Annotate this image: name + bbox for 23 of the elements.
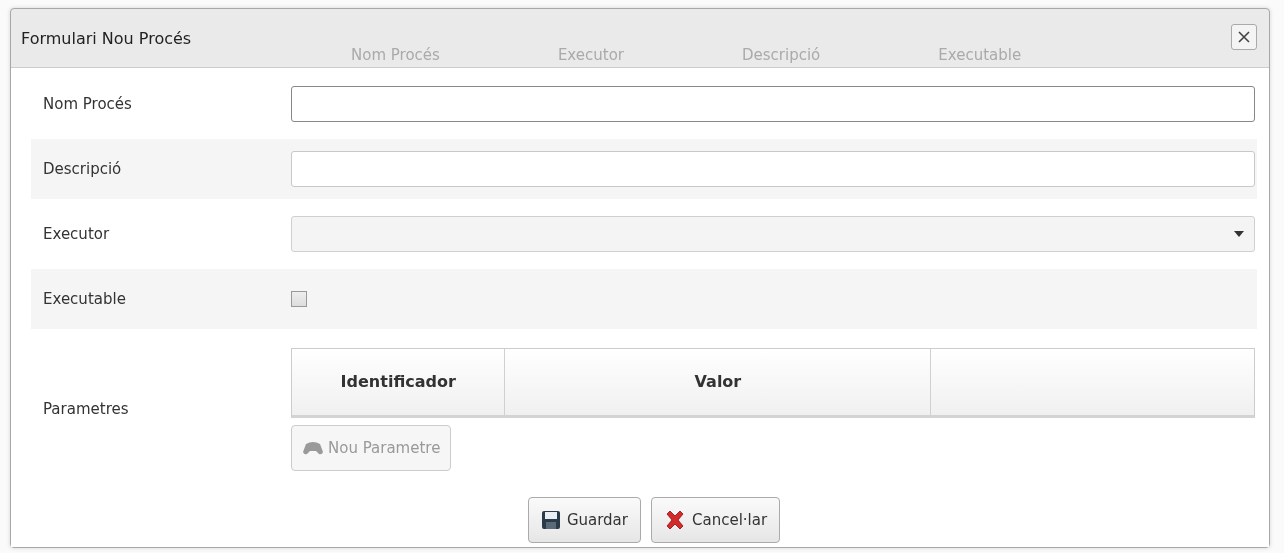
field-label: Executor <box>42 225 111 243</box>
dialog-title: Formulari Nou Procés <box>21 28 192 48</box>
field-label: Executable <box>42 290 127 308</box>
text-field[interactable] <box>291 151 1255 187</box>
field-label: Parametres <box>42 400 130 418</box>
cross-icon <box>664 509 686 531</box>
background-column-header: Nom Procés <box>351 46 440 64</box>
field-label: Descripció <box>42 160 123 178</box>
dropdown-caret-icon <box>1234 231 1244 237</box>
dropdown-field[interactable] <box>291 216 1255 252</box>
column-header[interactable]: Valor <box>505 348 932 415</box>
save-button[interactable]: Guardar <box>527 497 641 543</box>
gamepad-icon <box>302 439 324 456</box>
background-column-header: Descripció <box>742 46 821 64</box>
close-icon <box>1238 31 1250 43</box>
text-field[interactable] <box>291 86 1255 122</box>
cancel-button[interactable]: Cancel·lar <box>651 497 781 543</box>
field-label: Nom Procés <box>42 95 133 113</box>
column-header[interactable]: Identificador <box>292 348 506 415</box>
checkbox[interactable] <box>291 291 307 307</box>
background-column-header: Executable <box>938 46 1022 64</box>
background-column-header: Executor <box>557 46 624 64</box>
close-button[interactable] <box>1231 24 1257 50</box>
